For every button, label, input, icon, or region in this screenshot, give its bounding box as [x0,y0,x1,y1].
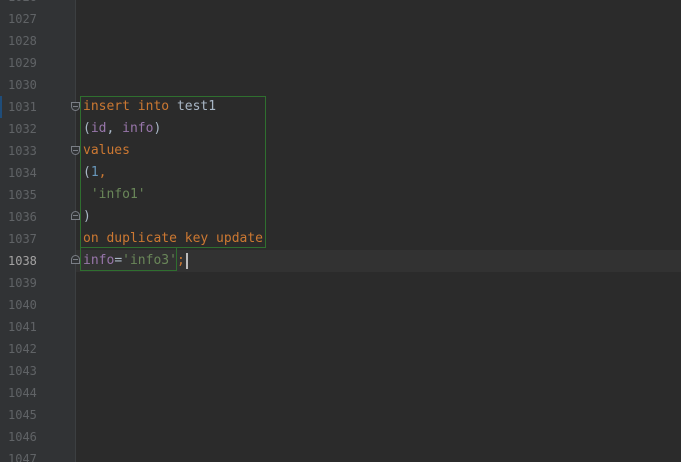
fold-close-icon[interactable] [71,255,80,264]
keyword-on-duplicate-key-update: on duplicate key update [83,231,264,246]
line-number: 1041 [8,320,37,334]
open-paren: ( [83,121,91,136]
text-caret [185,252,188,269]
line-number: 1027 [8,12,37,26]
line-number-gutter[interactable]: 1026 1027 1028 1029 1030 1031 1032 1033 … [0,0,76,462]
line-number: 1037 [8,232,37,246]
column-info: info [83,253,115,268]
change-marker [0,96,2,118]
string-literal: 'info3' [122,253,177,268]
line-number: 1047 [8,452,37,462]
line-number: 1045 [8,408,37,422]
code-line-1033[interactable]: values [83,140,130,162]
code-line-1036[interactable]: ) [83,206,91,228]
line-number: 1033 [8,144,37,158]
code-line-1037[interactable]: on duplicate key update [83,228,263,250]
equals-sign: = [114,253,123,268]
line-number: 1046 [8,430,37,444]
line-number: 1035 [8,188,37,202]
fold-open-icon[interactable] [71,102,80,111]
close-paren: ) [83,209,91,224]
line-number: 1034 [8,166,37,180]
code-editor[interactable]: 1026 1027 1028 1029 1030 1031 1032 1033 … [0,0,681,462]
line-number: 1031 [8,100,37,114]
separator: , [106,121,123,136]
close-paren: ) [153,121,162,136]
keyword-values: values [83,143,130,158]
line-number: 1039 [8,276,37,290]
code-line-1031[interactable]: insert into test1 [83,96,216,118]
line-number: 1040 [8,298,37,312]
keyword-into: into [137,99,170,114]
line-number: 1043 [8,364,37,378]
comma: , [98,165,107,180]
fold-close-icon[interactable] [71,211,80,220]
semicolon: ; [176,253,185,268]
code-line-1035[interactable]: 'info1' [83,184,146,206]
code-line-1038[interactable]: info='info3'; [83,250,188,272]
open-paren: ( [83,165,91,180]
line-number: 1028 [8,34,37,48]
line-number: 1042 [8,342,37,356]
number-literal: 1 [90,165,99,180]
current-line-number: 1038 [8,254,37,268]
code-line-1034[interactable]: (1, [83,162,106,184]
table-name: test1 [176,99,217,114]
line-number: 1026 [8,0,48,8]
line-number: 1036 [8,210,37,224]
fold-open-icon[interactable] [71,146,80,155]
string-literal: 'info1' [90,187,146,202]
code-line-1032[interactable]: (id, info) [83,118,161,140]
line-number: 1044 [8,386,37,400]
keyword-insert: insert [83,99,130,114]
column-info: info [122,121,154,136]
line-number: 1032 [8,122,37,136]
line-number: 1029 [8,56,37,70]
column-id: id [90,121,107,136]
line-number: 1030 [8,78,37,92]
